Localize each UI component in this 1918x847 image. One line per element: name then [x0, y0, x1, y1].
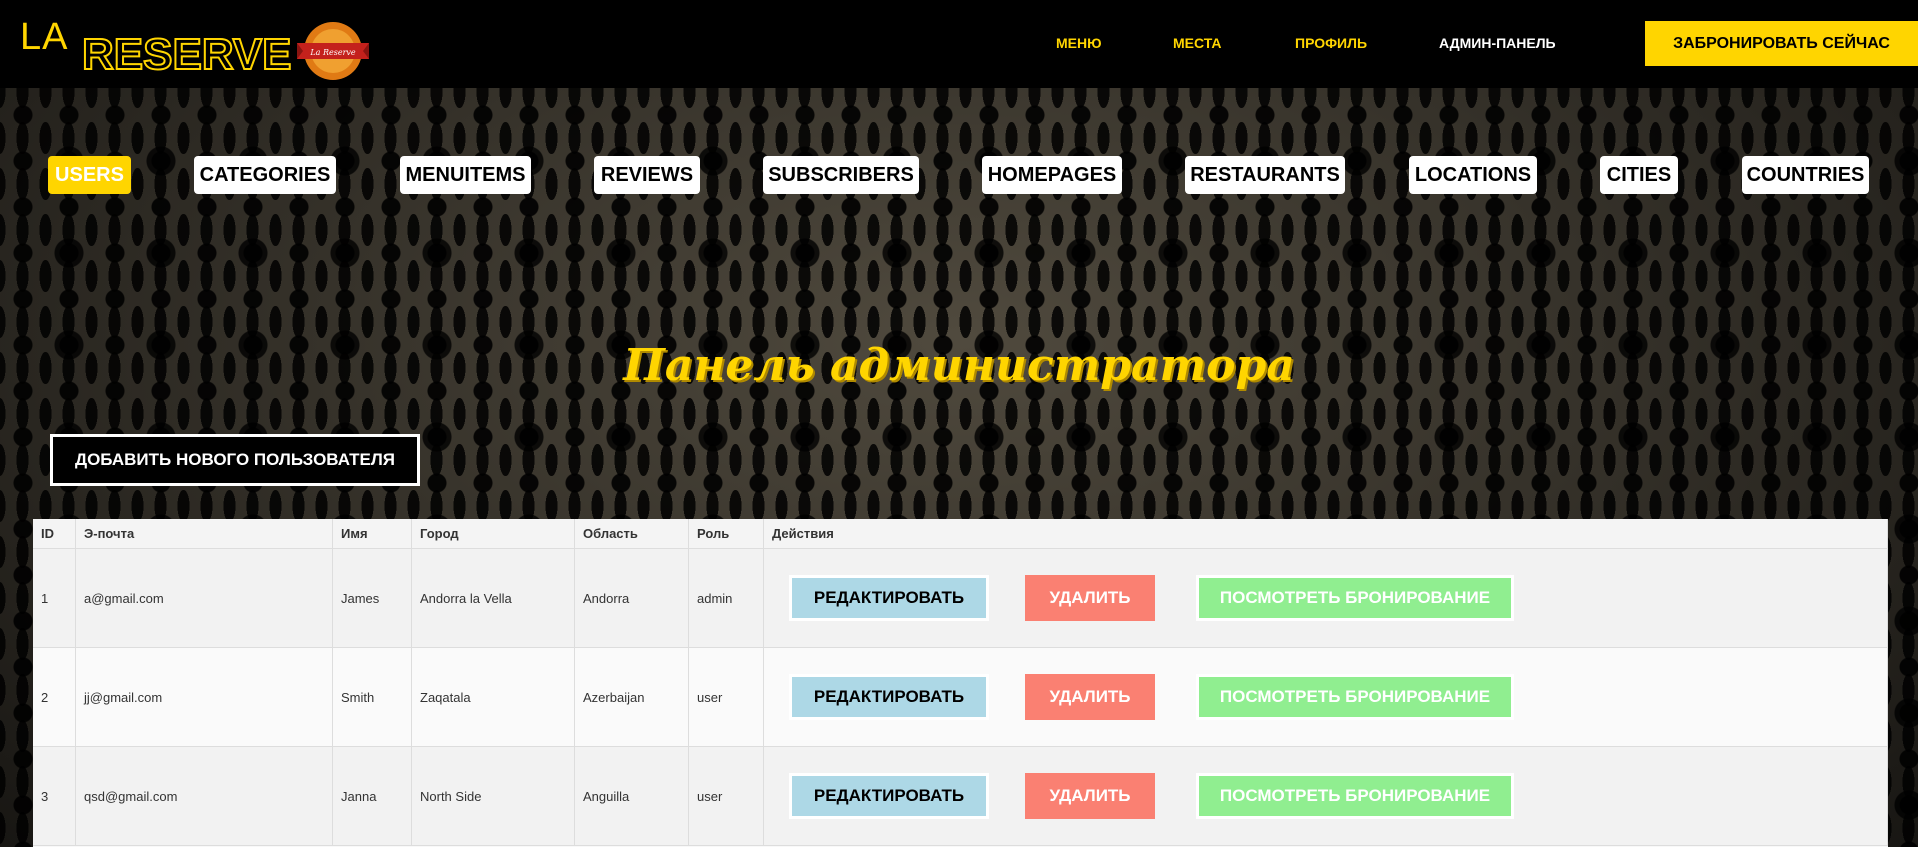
- tab-reviews[interactable]: REVIEWS: [594, 156, 700, 194]
- table-header-row: ID Э-почта Имя Город Область Роль Действ…: [33, 519, 1888, 549]
- nav-profile[interactable]: ПРОФИЛЬ: [1295, 35, 1367, 51]
- view-bookings-button[interactable]: ПОСМОТРЕТЬ БРОНИРОВАНИЕ: [1196, 674, 1514, 720]
- delete-button[interactable]: УДАЛИТЬ: [1025, 674, 1155, 720]
- nav-places[interactable]: МЕСТА: [1173, 35, 1222, 51]
- tab-homepages[interactable]: HOMEPAGES: [982, 156, 1122, 194]
- header-actions: Действия: [763, 519, 1888, 549]
- tab-menuitems[interactable]: MENUITEMS: [400, 156, 531, 194]
- header-name: Имя: [332, 519, 412, 549]
- cell-city: North Side: [411, 746, 575, 846]
- tab-subscribers[interactable]: SUBSCRIBERS: [763, 156, 919, 194]
- cell-id: 1: [33, 548, 76, 648]
- add-user-button[interactable]: ДОБАВИТЬ НОВОГО ПОЛЬЗОВАТЕЛЯ: [50, 434, 420, 486]
- nav-admin-panel[interactable]: АДМИН-ПАНЕЛЬ: [1439, 35, 1556, 51]
- header-region: Область: [574, 519, 689, 549]
- cell-id: 2: [33, 647, 76, 747]
- table-row: 3 qsd@gmail.com Janna North Side Anguill…: [33, 746, 1888, 846]
- table-row: 2 jj@gmail.com Smith Zaqatala Azerbaijan…: [33, 647, 1888, 747]
- header-city: Город: [411, 519, 575, 549]
- delete-button[interactable]: УДАЛИТЬ: [1025, 773, 1155, 819]
- tab-restaurants[interactable]: RESTAURANTS: [1185, 156, 1345, 194]
- cell-city: Zaqatala: [411, 647, 575, 747]
- cell-id: 3: [33, 746, 76, 846]
- table-row: 1 a@gmail.com James Andorra la Vella And…: [33, 548, 1888, 648]
- cell-actions: РЕДАКТИРОВАТЬ УДАЛИТЬ ПОСМОТРЕТЬ БРОНИРО…: [763, 647, 1888, 747]
- delete-button[interactable]: УДАЛИТЬ: [1025, 575, 1155, 621]
- cell-role: user: [688, 746, 764, 846]
- cell-role: user: [688, 647, 764, 747]
- logo-reserve: RESERVE: [81, 29, 292, 80]
- cell-name: James: [332, 548, 412, 648]
- cell-region: Azerbaijan: [574, 647, 689, 747]
- users-table: ID Э-почта Имя Город Область Роль Действ…: [33, 519, 1888, 847]
- cell-email: jj@gmail.com: [75, 647, 333, 747]
- site-header: LA RESERVE La Reserve МЕНЮ МЕСТА ПРОФИЛЬ…: [0, 0, 1918, 88]
- logo-la: LA: [20, 16, 69, 58]
- book-now-button[interactable]: ЗАБРОНИРОВАТЬ СЕЙЧАС: [1645, 21, 1918, 66]
- cell-email: a@gmail.com: [75, 548, 333, 648]
- tab-countries[interactable]: COUNTRIES: [1742, 156, 1869, 194]
- nav-menu[interactable]: МЕНЮ: [1056, 35, 1102, 51]
- view-bookings-button[interactable]: ПОСМОТРЕТЬ БРОНИРОВАНИЕ: [1196, 773, 1514, 819]
- cell-name: Smith: [332, 647, 412, 747]
- cell-region: Anguilla: [574, 746, 689, 846]
- tab-categories[interactable]: CATEGORIES: [194, 156, 336, 194]
- header-id: ID: [33, 519, 76, 549]
- page-title: Панель администратора: [623, 340, 1295, 391]
- cell-actions: РЕДАКТИРОВАТЬ УДАЛИТЬ ПОСМОТРЕТЬ БРОНИРО…: [763, 548, 1888, 648]
- badge-text: La Reserve: [309, 48, 356, 57]
- header-role: Роль: [688, 519, 764, 549]
- cell-email: qsd@gmail.com: [75, 746, 333, 846]
- header-email: Э-почта: [75, 519, 333, 549]
- tab-locations[interactable]: LOCATIONS: [1409, 156, 1537, 194]
- edit-button[interactable]: РЕДАКТИРОВАТЬ: [789, 575, 989, 621]
- view-bookings-button[interactable]: ПОСМОТРЕТЬ БРОНИРОВАНИЕ: [1196, 575, 1514, 621]
- tab-users[interactable]: USERS: [48, 156, 131, 194]
- cell-name: Janna: [332, 746, 412, 846]
- edit-button[interactable]: РЕДАКТИРОВАТЬ: [789, 674, 989, 720]
- cell-city: Andorra la Vella: [411, 548, 575, 648]
- cell-region: Andorra: [574, 548, 689, 648]
- tab-cities[interactable]: CITIES: [1600, 156, 1678, 194]
- cell-role: admin: [688, 548, 764, 648]
- cell-actions: РЕДАКТИРОВАТЬ УДАЛИТЬ ПОСМОТРЕТЬ БРОНИРО…: [763, 746, 1888, 846]
- logo-badge-icon: La Reserve: [297, 22, 369, 80]
- edit-button[interactable]: РЕДАКТИРОВАТЬ: [789, 773, 989, 819]
